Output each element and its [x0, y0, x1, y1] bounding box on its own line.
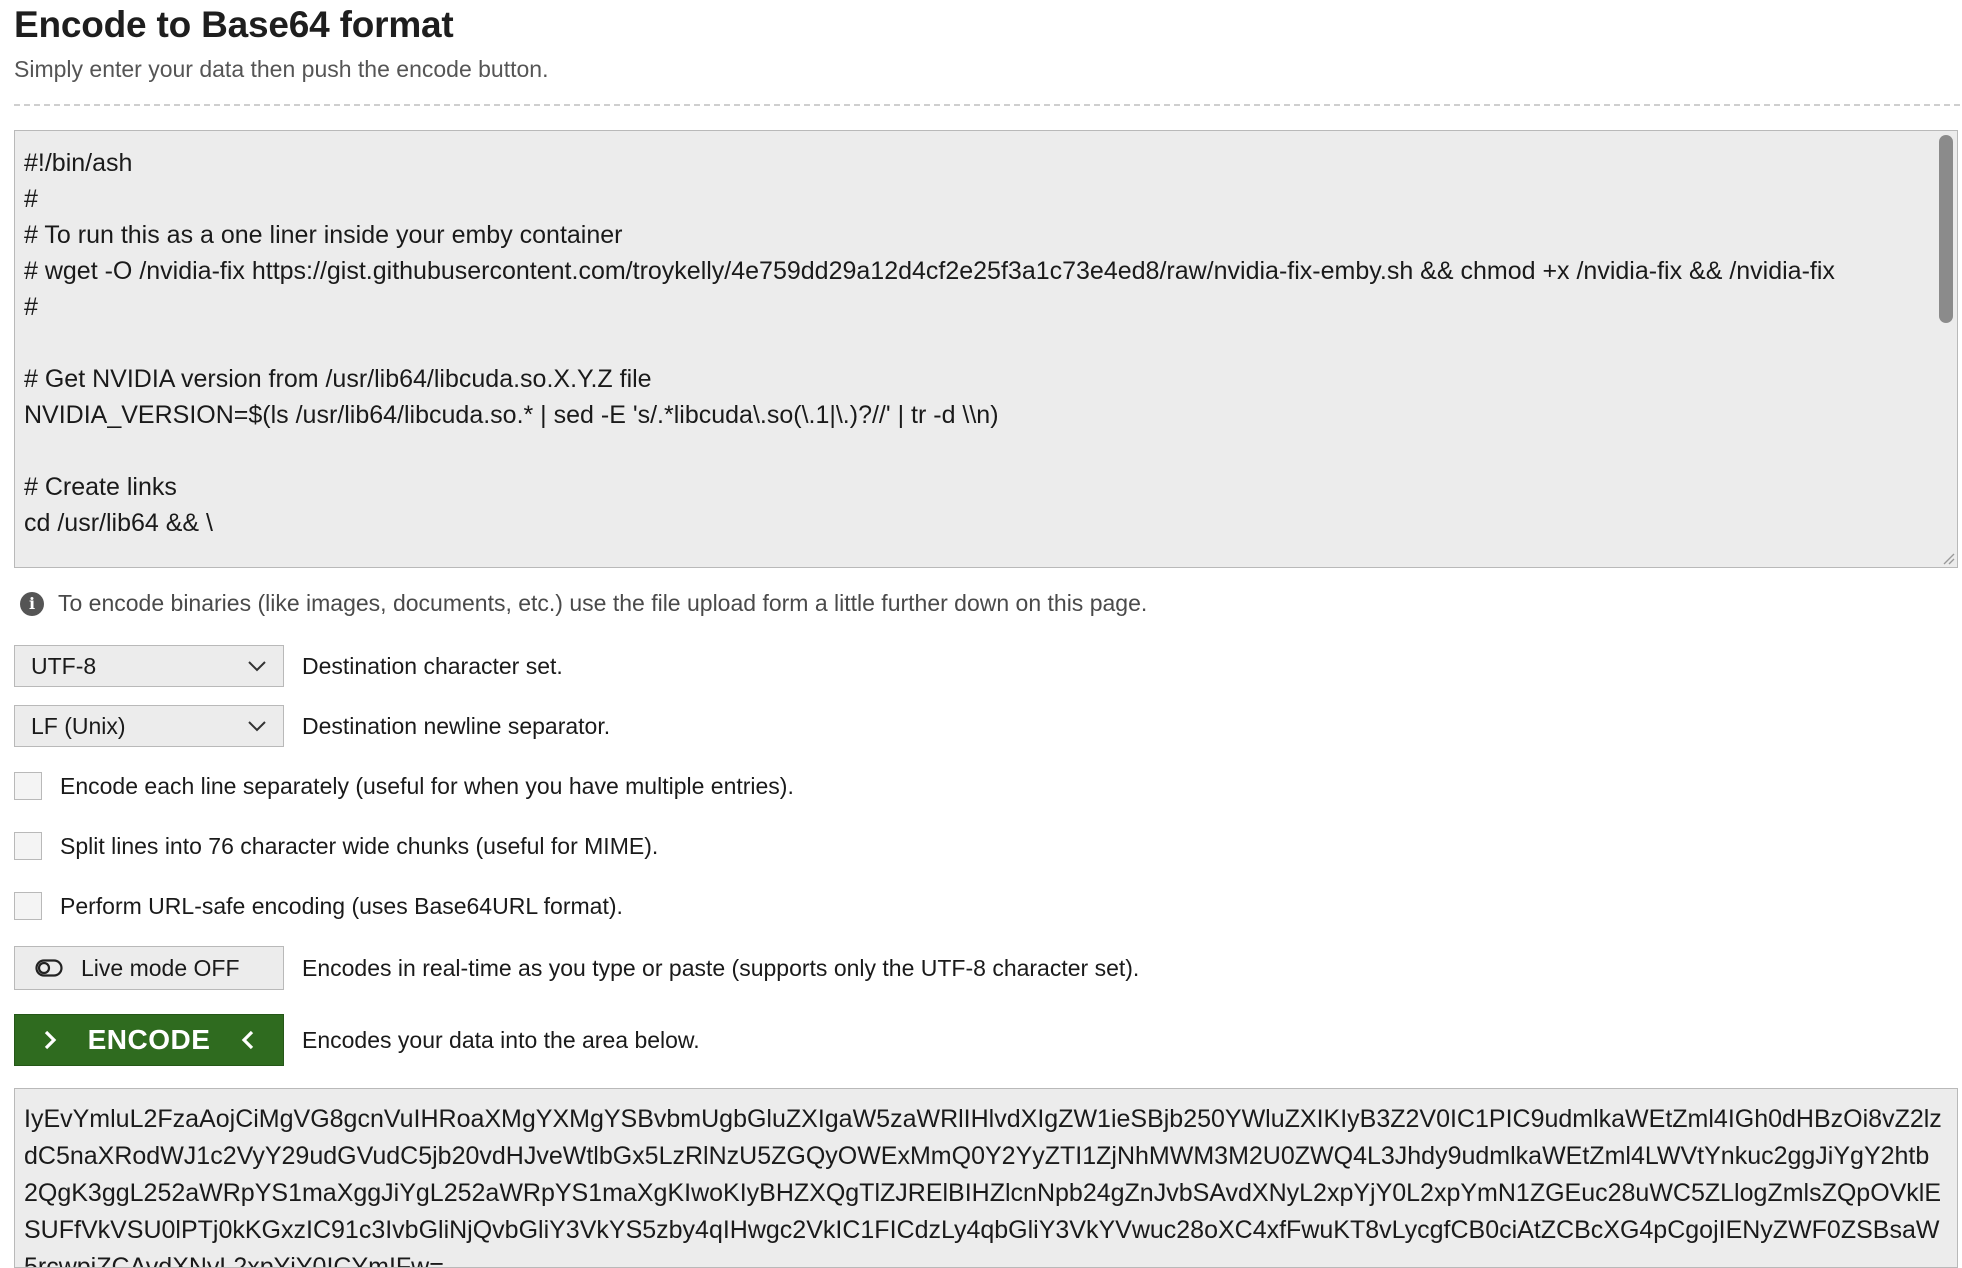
resize-grip-icon[interactable]: [1941, 551, 1955, 565]
input-text[interactable]: #!/bin/ash # # To run this as a one line…: [15, 131, 1957, 541]
live-mode-button[interactable]: Live mode OFF: [14, 946, 284, 990]
output-textarea[interactable]: IyEvYmluL2FzaAojCiMgVG8gcnVuIHRoaXMgYXMg…: [14, 1088, 1958, 1268]
chevron-left-icon: [242, 1030, 254, 1050]
hint-text: To encode binaries (like images, documen…: [58, 590, 1148, 616]
encode-text: ENCODE: [87, 1024, 211, 1055]
url-safe-checkbox[interactable]: [14, 892, 42, 920]
toggle-off-icon: [35, 959, 63, 977]
each-line-label[interactable]: Encode each line separately (useful for …: [60, 773, 794, 800]
chevron-right-icon: [44, 1030, 56, 1050]
input-textarea[interactable]: #!/bin/ash # # To run this as a one line…: [14, 130, 1958, 568]
chevron-down-icon: [248, 721, 266, 732]
charset-selected: UTF-8: [31, 652, 97, 679]
binary-hint: i To encode binaries (like images, docum…: [20, 590, 1147, 617]
encode-label: Encodes your data into the area below.: [302, 1026, 700, 1053]
live-mode-row: Live mode OFF Encodes in real-time as yo…: [14, 946, 1139, 990]
newline-selected: LF (Unix): [31, 712, 126, 739]
split-lines-checkbox[interactable]: [14, 832, 42, 860]
divider: [14, 104, 1960, 106]
input-scrollbar[interactable]: [1935, 131, 1957, 567]
chevron-down-icon: [248, 661, 266, 672]
newline-label: Destination newline separator.: [302, 712, 611, 739]
each-line-row: Encode each line separately (useful for …: [14, 772, 794, 800]
charset-select[interactable]: UTF-8: [14, 645, 284, 687]
info-icon: i: [20, 591, 44, 616]
encode-row: ENCODE Encodes your data into the area b…: [14, 1014, 700, 1066]
each-line-checkbox[interactable]: [14, 772, 42, 800]
url-safe-row: Perform URL-safe encoding (uses Base64UR…: [14, 892, 623, 920]
live-mode-label: Encodes in real-time as you type or past…: [302, 954, 1140, 981]
newline-row: LF (Unix) Destination newline separator.: [14, 705, 610, 747]
live-mode-text: Live mode OFF: [81, 954, 240, 981]
page-title: Encode to Base64 format: [14, 4, 454, 45]
split-lines-row: Split lines into 76 character wide chunk…: [14, 832, 658, 860]
newline-select[interactable]: LF (Unix): [14, 705, 284, 747]
page-subtitle: Simply enter your data then push the enc…: [14, 56, 549, 82]
scrollbar-thumb[interactable]: [1939, 135, 1953, 323]
url-safe-label[interactable]: Perform URL-safe encoding (uses Base64UR…: [60, 893, 623, 920]
charset-label: Destination character set.: [302, 652, 563, 679]
encode-button[interactable]: ENCODE: [14, 1014, 284, 1066]
split-lines-label[interactable]: Split lines into 76 character wide chunk…: [60, 833, 658, 860]
output-text[interactable]: IyEvYmluL2FzaAojCiMgVG8gcnVuIHRoaXMgYXMg…: [15, 1089, 1957, 1267]
charset-row: UTF-8 Destination character set.: [14, 645, 563, 687]
